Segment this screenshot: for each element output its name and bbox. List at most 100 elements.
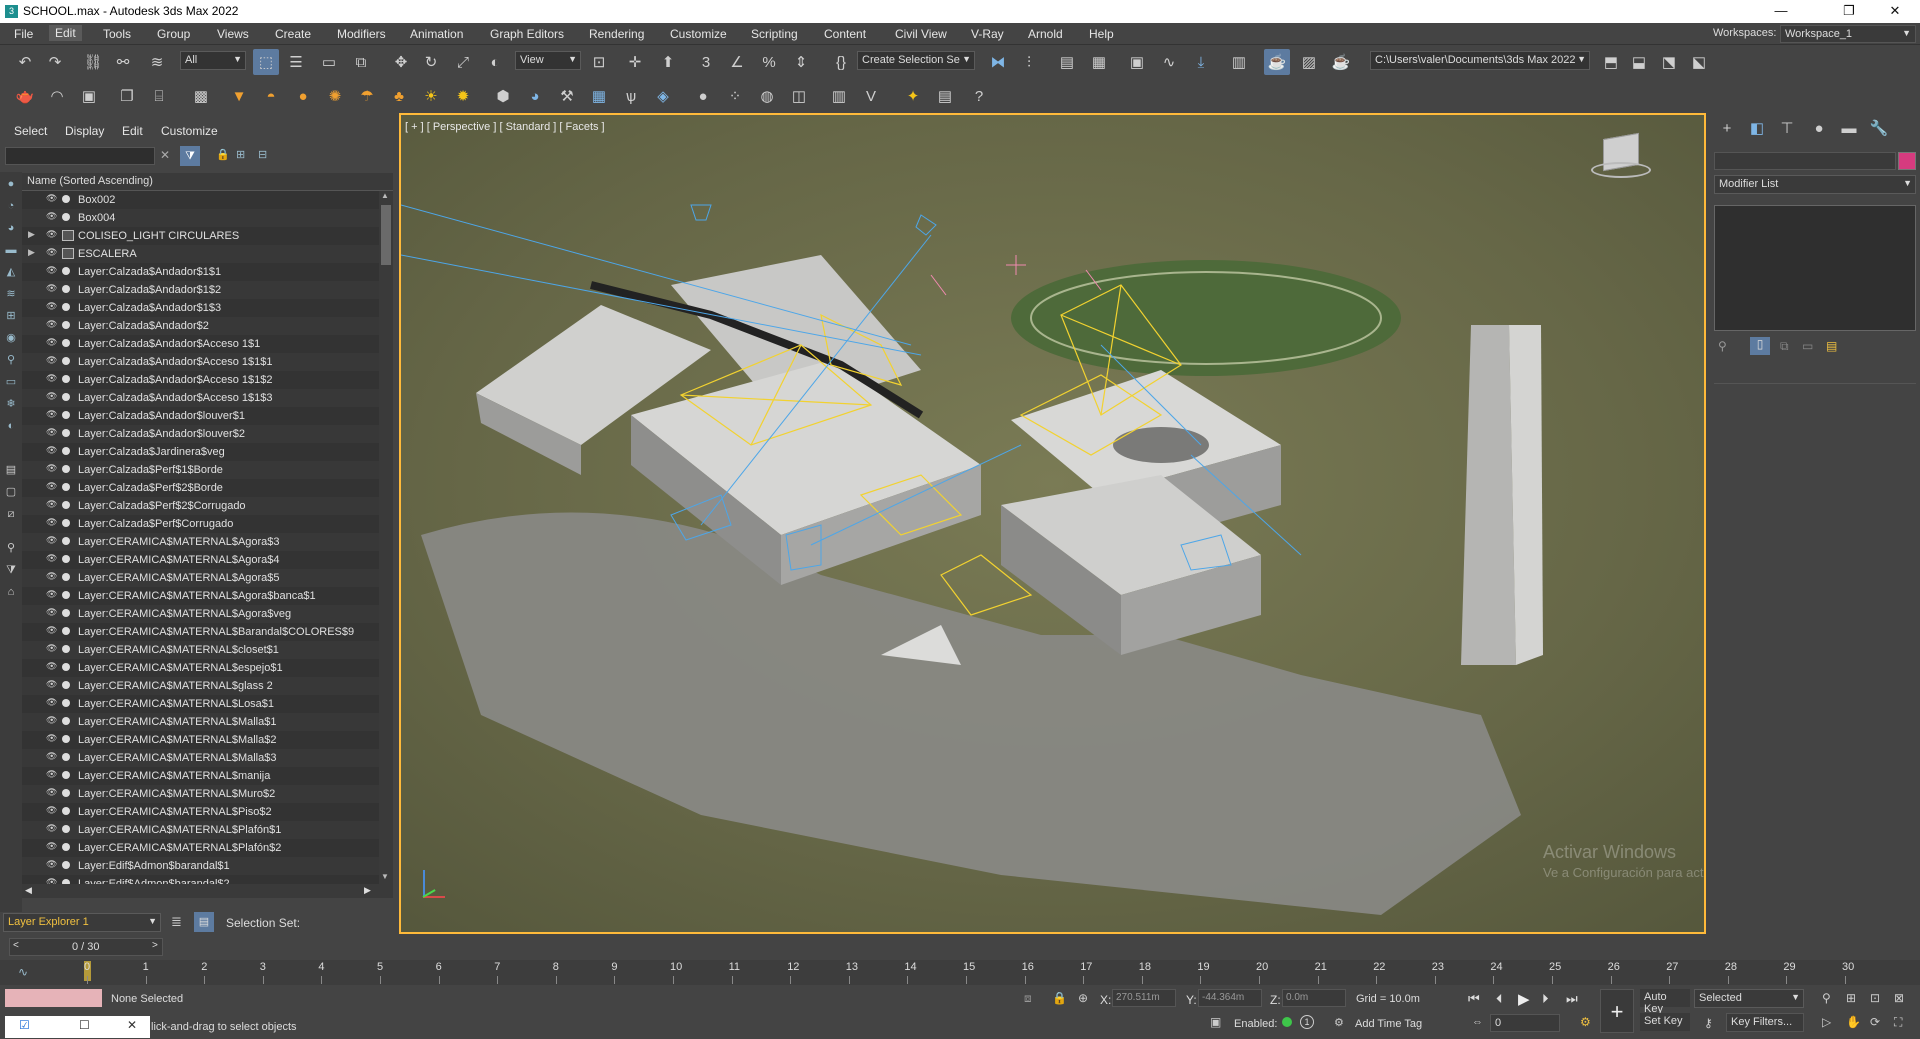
key-mode-dropdown[interactable]: Selected ▼ — [1694, 989, 1804, 1008]
prev-frame-icon[interactable]: < — [13, 940, 19, 951]
list-item[interactable]: 👁 Layer:CERAMICA$MATERNAL$manija — [22, 767, 379, 785]
modifier-stack[interactable] — [1714, 205, 1916, 331]
absolute-mode-icon[interactable]: ⊕ — [1078, 991, 1088, 1005]
mirror-icon[interactable]: ⧓ — [985, 49, 1011, 75]
configure-sets-icon[interactable]: ▤ — [1826, 339, 1837, 353]
display-none-icon[interactable]: ▢ — [3, 484, 19, 500]
object-color-swatch[interactable] — [1898, 152, 1916, 170]
list-item[interactable]: 👁 Layer:CERAMICA$MATERNAL$Agora$veg — [22, 605, 379, 623]
selection-lock-icon[interactable]: 🔒 — [1052, 991, 1067, 1005]
reference-coord-dropdown[interactable]: View ▼ — [515, 51, 581, 70]
visibility-eye-icon[interactable]: 👁 — [46, 859, 57, 870]
visibility-eye-icon[interactable]: 👁 — [46, 589, 57, 600]
menu-content[interactable]: Content — [824, 27, 866, 41]
scale-icon[interactable]: ⤢ — [450, 49, 476, 75]
track-bar[interactable]: ∿ 0 1 2 3 4 5 6 7 8 9 10 11 12 13 14 15 16 17 18 19 20 21 22 23… — [0, 960, 1920, 985]
viewcube-icon[interactable] — [1589, 130, 1653, 180]
display-groups-icon[interactable]: ⊞ — [3, 308, 19, 324]
hierarchy-icon[interactable]: ⊞ — [236, 148, 245, 161]
list-item[interactable]: 👁 Layer:CERAMICA$MATERNAL$espejo$1 — [22, 659, 379, 677]
list-item[interactable]: 👁 Layer:CERAMICA$MATERNAL$Agora$4 — [22, 551, 379, 569]
sun-icon[interactable]: ☀ — [418, 83, 444, 109]
list-item[interactable]: 👁 Layer:Calzada$Andador$louver$1 — [22, 407, 379, 425]
list-item[interactable]: 👁 Layer:Calzada$Andador$1$1 — [22, 263, 379, 281]
project-sync-icon[interactable]: ⬕ — [1686, 49, 1712, 75]
object-name-input[interactable] — [1714, 152, 1896, 170]
maximize-button[interactable]: ❐ — [1826, 0, 1872, 23]
render-icon[interactable]: ▩ — [188, 83, 214, 109]
key-mode-icon[interactable]: ⚷ — [1704, 1016, 1713, 1030]
rotate-icon[interactable]: ↻ — [418, 49, 444, 75]
visibility-eye-icon[interactable]: 👁 — [46, 733, 57, 744]
visibility-eye-icon[interactable]: 👁 — [46, 283, 57, 294]
percent-snap-icon[interactable]: % — [756, 49, 782, 75]
close-button[interactable]: ✕ — [1872, 0, 1918, 23]
time-tag-icon[interactable]: ▣ — [1210, 1015, 1221, 1029]
workspace-dropdown[interactable]: Workspace_1 ▼ — [1780, 25, 1916, 43]
vray-logo-icon[interactable]: V — [858, 83, 884, 109]
material-swap-icon[interactable]: ◫ — [786, 83, 812, 109]
visibility-eye-icon[interactable]: 👁 — [46, 463, 57, 474]
display-spacewarps-icon[interactable]: ≋ — [3, 286, 19, 302]
visibility-eye-icon[interactable]: 👁 — [46, 481, 57, 492]
dome-light-icon[interactable]: ◓ — [258, 83, 284, 109]
list-item[interactable]: 👁 Layer:CERAMICA$MATERNAL$Piso$2 — [22, 803, 379, 821]
list-item[interactable]: 👁 Box004 — [22, 209, 379, 227]
ies-light-icon[interactable]: ☂ — [354, 83, 380, 109]
material-editor-icon[interactable]: ▥ — [1226, 49, 1252, 75]
expand-arrow-icon[interactable]: ▶ — [28, 247, 35, 258]
list-item[interactable]: 👁 Layer:CERAMICA$MATERNAL$Plafón$1 — [22, 821, 379, 839]
ambient-light-icon[interactable]: ♣ — [386, 83, 412, 109]
visibility-eye-icon[interactable]: 👁 — [46, 571, 57, 582]
visibility-eye-icon[interactable]: 👁 — [46, 715, 57, 726]
list-item[interactable]: 👁 Layer:Calzada$Andador$louver$2 — [22, 425, 379, 443]
se-menu-display[interactable]: Display — [65, 124, 104, 138]
layer-sort-icon[interactable]: ⊟ — [258, 148, 267, 161]
menu-group[interactable]: Group — [157, 27, 190, 41]
link-icon[interactable]: ⛓ — [80, 49, 106, 75]
align-icon[interactable]: ⫶ — [1016, 49, 1042, 75]
clone-icon[interactable]: ❐ — [114, 83, 140, 109]
isolate-icon[interactable]: ⧈ — [1024, 991, 1032, 1006]
name-column-header[interactable]: Name (Sorted Ascending) — [22, 173, 393, 191]
menu-scripting[interactable]: Scripting — [751, 27, 798, 41]
scroll-left-icon[interactable]: ◀ — [25, 885, 32, 896]
scroll-up-icon[interactable]: ▲ — [381, 191, 389, 200]
redo-icon[interactable]: ↷ — [42, 49, 68, 75]
list-item[interactable]: 👁 Layer:Calzada$Andador$1$2 — [22, 281, 379, 299]
expand-arrow-icon[interactable]: ▶ — [28, 229, 35, 240]
undo-icon[interactable]: ↶ — [12, 49, 38, 75]
visibility-eye-icon[interactable]: 👁 — [46, 337, 57, 348]
visibility-eye-icon[interactable]: 👁 — [46, 247, 57, 258]
menu-file[interactable]: File — [14, 27, 33, 41]
visibility-eye-icon[interactable]: 👁 — [46, 517, 57, 528]
visibility-eye-icon[interactable]: 👁 — [46, 535, 57, 546]
time-config-icon[interactable]: ⚙ — [1580, 1015, 1591, 1029]
visibility-eye-icon[interactable]: 👁 — [46, 409, 57, 420]
selection-filter-dropdown[interactable]: All ▼ — [180, 51, 246, 70]
list-item[interactable]: 👁 Layer:CERAMICA$MATERNAL$Agora$3 — [22, 533, 379, 551]
visibility-eye-icon[interactable]: 👁 — [46, 445, 57, 456]
unlink-icon[interactable]: ⚯ — [110, 49, 136, 75]
key-filters-button[interactable]: Key Filters... — [1726, 1013, 1804, 1032]
display-lights-icon[interactable]: ◕ — [3, 220, 19, 236]
se-menu-edit[interactable]: Edit — [122, 124, 143, 138]
horizontal-scrollbar[interactable]: ◀ ▶ — [22, 884, 393, 898]
set-key-button[interactable]: Set Key — [1640, 1013, 1690, 1031]
display-invert-icon[interactable]: ⧄ — [3, 506, 19, 522]
list-item[interactable]: 👁 Layer:CERAMICA$MATERNAL$Barandal$COLORE… — [22, 623, 379, 641]
decal-icon[interactable]: ⚒ — [554, 83, 580, 109]
display-funnel-icon[interactable]: ⧩ — [3, 562, 19, 578]
camera-icon[interactable]: ⌸ — [146, 83, 172, 109]
menu-vray[interactable]: V-Ray — [971, 27, 1004, 41]
visibility-eye-icon[interactable]: 👁 — [46, 841, 57, 852]
visibility-eye-icon[interactable]: 👁 — [46, 193, 57, 204]
visibility-eye-icon[interactable]: 👁 — [46, 265, 57, 276]
menu-rendering[interactable]: Rendering — [589, 27, 644, 41]
visibility-eye-icon[interactable]: 👁 — [46, 319, 57, 330]
modify-tab-icon[interactable]: ◧ — [1744, 115, 1770, 141]
menu-views[interactable]: Views — [217, 27, 249, 41]
visibility-eye-icon[interactable]: 👁 — [46, 823, 57, 834]
se-menu-customize[interactable]: Customize — [161, 124, 218, 138]
visibility-eye-icon[interactable]: 👁 — [46, 769, 57, 780]
